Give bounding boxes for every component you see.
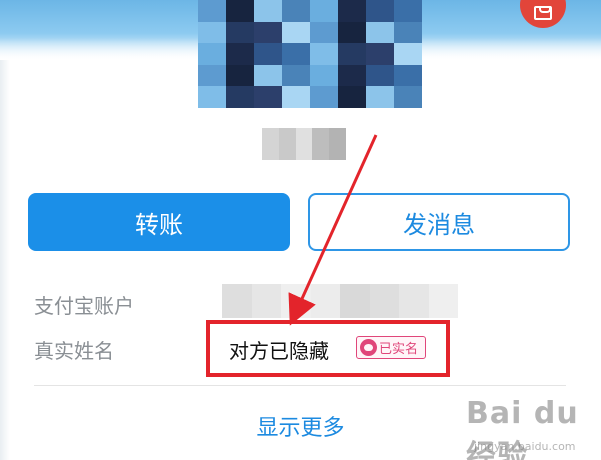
- bag-icon: [534, 6, 552, 20]
- verified-badge-label: 已实名: [379, 342, 419, 357]
- alipay-account-masked: [222, 284, 458, 318]
- send-message-button[interactable]: 发消息: [308, 193, 570, 251]
- avatar: [198, 0, 422, 108]
- baidu-jingyan-watermark: Bai du 经验 jingyan.baidu.com: [466, 396, 598, 460]
- real-name-label: 真实姓名: [34, 339, 114, 363]
- real-name-value: 对方已隐藏: [229, 339, 329, 363]
- verified-badge: 已实名: [356, 336, 426, 359]
- divider: [34, 385, 566, 386]
- watermark-url: jingyan.baidu.com: [474, 440, 576, 453]
- verified-person-icon: [360, 339, 377, 356]
- transfer-button[interactable]: 转账: [28, 193, 290, 251]
- left-edge-shadow: [0, 60, 10, 460]
- alipay-account-label: 支付宝账户: [34, 294, 134, 318]
- nickname-masked: [262, 128, 346, 160]
